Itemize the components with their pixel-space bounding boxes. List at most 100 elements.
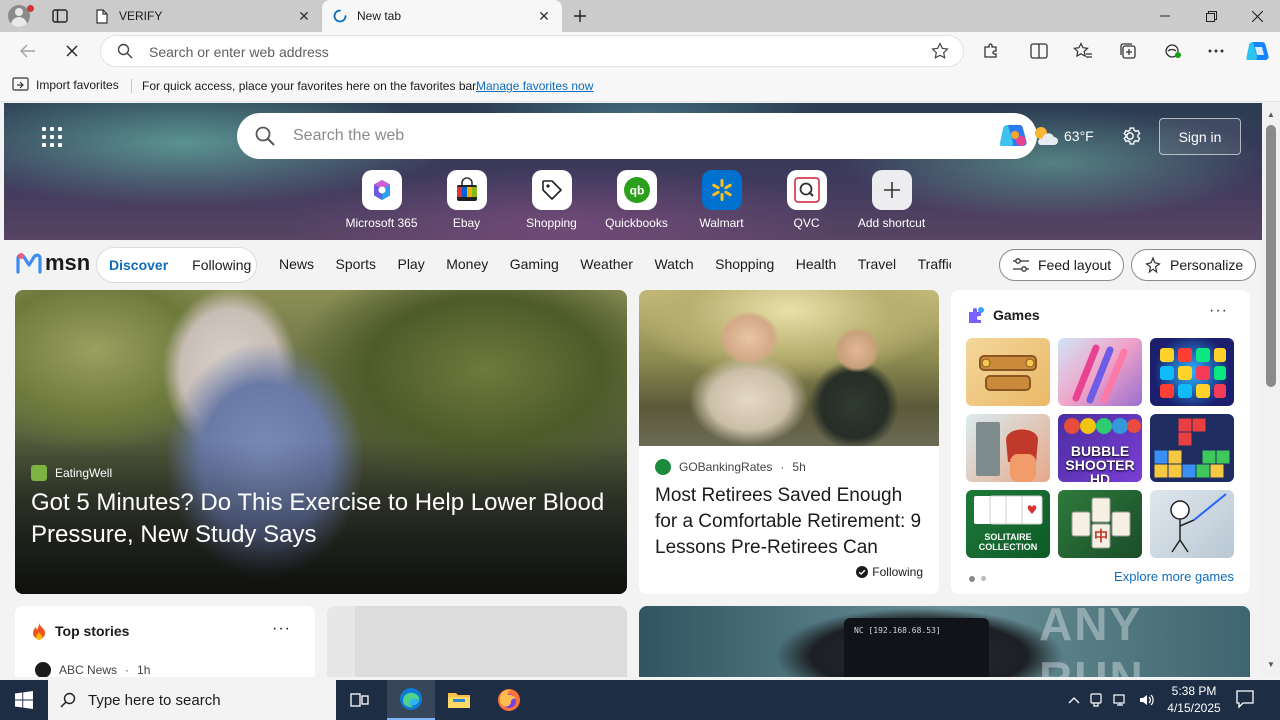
restore-icon[interactable]: [1188, 0, 1234, 32]
shortcut-label: Walmart: [699, 216, 744, 230]
nav-watch[interactable]: Watch: [654, 256, 693, 272]
game-tile[interactable]: [1150, 490, 1234, 558]
address-bar[interactable]: [100, 35, 964, 67]
shortcut-quickbooks[interactable]: qb Quickbooks: [594, 170, 679, 230]
back-arrow-icon[interactable]: [13, 37, 43, 65]
file-explorer-icon[interactable]: [435, 680, 483, 720]
favorites-icon[interactable]: [1068, 37, 1098, 65]
nav-health[interactable]: Health: [796, 256, 836, 272]
story-article-title[interactable]: Most Retirees Saved Enough for a Comfort…: [655, 483, 925, 561]
weather-widget[interactable]: 63°F: [1032, 125, 1094, 147]
tab-new-tab[interactable]: New tab ✕: [322, 0, 562, 32]
task-view-icon[interactable]: [336, 680, 384, 720]
page-scrollbar[interactable]: ▲ ▼: [1262, 103, 1280, 677]
eatingwell-icon: [31, 465, 47, 481]
nav-shopping[interactable]: Shopping: [715, 256, 774, 272]
check-circle-icon: [856, 566, 869, 578]
favorite-star-icon[interactable]: [931, 42, 949, 65]
more-options-icon[interactable]: ···: [272, 620, 291, 638]
game-tile[interactable]: 中: [1058, 490, 1142, 558]
app-launcher-icon[interactable]: [42, 127, 62, 147]
more-options-icon[interactable]: [1201, 37, 1231, 65]
tab-actions-icon[interactable]: [48, 6, 72, 26]
hero-article-card[interactable]: EatingWell Got 5 Minutes? Do This Exerci…: [15, 290, 627, 594]
extensions-icon[interactable]: [976, 37, 1006, 65]
shortcut-microsoft-365[interactable]: Microsoft 365: [339, 170, 424, 230]
game-tile[interactable]: [1150, 338, 1234, 406]
msn-logo[interactable]: msn: [16, 250, 90, 276]
close-window-icon[interactable]: [1234, 0, 1280, 32]
game-tile[interactable]: [966, 338, 1050, 406]
show-hidden-icons-chevron-icon[interactable]: [1068, 696, 1080, 704]
nav-travel[interactable]: Travel: [858, 256, 896, 272]
windows-taskbar: Type here to search 5:38 PM 4/15/2025: [0, 680, 1280, 720]
browser-essentials-icon[interactable]: [1158, 37, 1188, 65]
game-tile[interactable]: [966, 414, 1050, 482]
tag-icon: [531, 170, 572, 210]
nav-play[interactable]: Play: [397, 256, 424, 272]
nav-weather[interactable]: Weather: [580, 256, 633, 272]
tab-following[interactable]: Following: [180, 257, 263, 273]
volume-icon[interactable]: [1138, 692, 1156, 708]
clock-time: 5:38 PM: [1171, 684, 1217, 698]
tab-discover[interactable]: Discover: [97, 257, 180, 273]
address-input[interactable]: [149, 42, 909, 62]
tab-verify[interactable]: VERIFY ✕: [84, 0, 322, 32]
scroll-up-icon[interactable]: ▲: [1266, 109, 1276, 119]
scroll-down-icon[interactable]: ▼: [1266, 659, 1276, 669]
nav-traffic[interactable]: Traffic: [918, 256, 951, 272]
abc-news-icon: [35, 662, 51, 677]
phone-article-card[interactable]: NC [192.168.68.53] ANY RUN: [639, 606, 1250, 677]
network-icon[interactable]: [1112, 692, 1130, 708]
web-search-input[interactable]: [293, 126, 933, 146]
sign-in-button[interactable]: Sign in: [1159, 118, 1241, 155]
explore-more-games-link[interactable]: Explore more games: [1114, 569, 1234, 584]
stop-loading-icon[interactable]: [57, 37, 87, 65]
firefox-icon[interactable]: [485, 680, 533, 720]
shortcut-shopping[interactable]: Shopping: [509, 170, 594, 230]
taskbar-search-box[interactable]: Type here to search: [48, 680, 336, 720]
game-tile[interactable]: [1058, 338, 1142, 406]
nav-gaming[interactable]: Gaming: [510, 256, 559, 272]
shortcut-walmart[interactable]: Walmart: [679, 170, 764, 230]
feed-layout-button[interactable]: Feed layout: [999, 249, 1125, 281]
game-title: SOLITAIRE COLLECTION: [978, 532, 1038, 552]
nav-money[interactable]: Money: [446, 256, 488, 272]
close-tab-icon[interactable]: ✕: [296, 8, 312, 24]
close-tab-icon[interactable]: ✕: [536, 8, 552, 24]
collections-icon[interactable]: [1113, 37, 1143, 65]
copilot-search-icon[interactable]: [999, 122, 1029, 150]
split-screen-icon[interactable]: [1024, 37, 1054, 65]
system-tray: [1068, 680, 1156, 720]
nav-news[interactable]: News: [279, 256, 314, 272]
hero-article-title[interactable]: Got 5 Minutes? Do This Exercise to Help …: [31, 487, 621, 551]
windows-start-icon[interactable]: [0, 680, 48, 720]
edge-taskbar-icon[interactable]: [387, 680, 435, 720]
personalize-button[interactable]: Personalize: [1131, 249, 1257, 281]
browser-toolbar: [0, 32, 1280, 70]
story-article-card[interactable]: GOBankingRates · 5h Most Retirees Saved …: [639, 290, 939, 594]
add-shortcut-button[interactable]: Add shortcut: [849, 170, 934, 230]
new-tab-icon[interactable]: [568, 4, 592, 28]
game-tile[interactable]: BUBBLE SHOOTER HD: [1058, 414, 1142, 482]
shortcut-qvc[interactable]: QVC: [764, 170, 849, 230]
minimize-icon[interactable]: [1142, 0, 1188, 32]
game-tile[interactable]: [1150, 414, 1234, 482]
game-tile[interactable]: ♥ SOLITAIRE COLLECTION: [966, 490, 1050, 558]
import-favorites-button[interactable]: Import favorites: [12, 77, 119, 92]
tab-title: VERIFY: [119, 9, 163, 23]
following-indicator[interactable]: Following: [856, 565, 923, 579]
shortcut-ebay[interactable]: Ebay: [424, 170, 509, 230]
notification-center-icon[interactable]: [1234, 688, 1256, 715]
sparkle-star-icon: [1145, 256, 1161, 274]
taskbar-clock[interactable]: 5:38 PM 4/15/2025: [1160, 683, 1228, 717]
carousel-dots[interactable]: [969, 576, 986, 582]
web-search-box[interactable]: [237, 113, 1037, 159]
nav-sports[interactable]: Sports: [336, 256, 376, 272]
copilot-icon[interactable]: [1243, 37, 1273, 65]
manage-favorites-link[interactable]: Manage favorites now: [476, 79, 593, 93]
scroll-thumb[interactable]: [1266, 125, 1276, 387]
device-icon[interactable]: [1088, 692, 1104, 708]
more-options-icon[interactable]: ···: [1209, 302, 1228, 320]
settings-gear-icon[interactable]: [1119, 125, 1141, 152]
